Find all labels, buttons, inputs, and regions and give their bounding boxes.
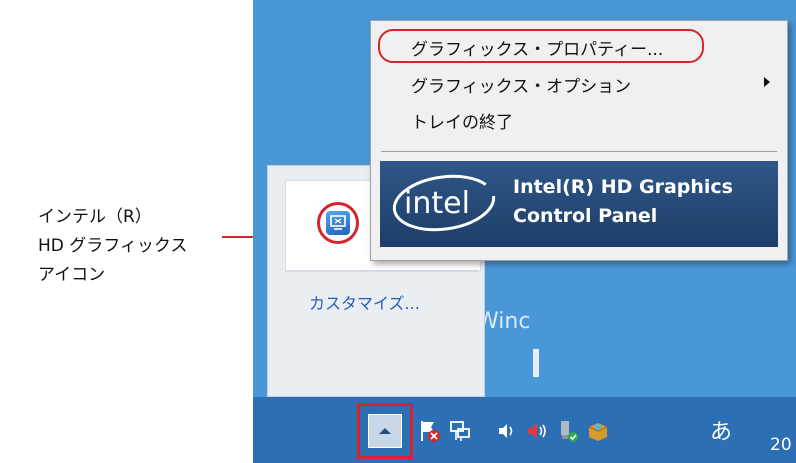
- svg-text:intel: intel: [404, 186, 470, 221]
- menu-item-exit-tray[interactable]: トレイの終了: [411, 108, 513, 133]
- menu-separator: [381, 151, 777, 152]
- action-center-flag-icon[interactable]: [416, 418, 442, 444]
- menu-item-graphics-properties[interactable]: グラフィックス・プロパティー...: [411, 35, 663, 60]
- safely-remove-usb-icon[interactable]: [555, 418, 581, 444]
- intel-graphics-icon: [326, 211, 350, 235]
- intel-control-panel-banner[interactable]: intel Intel(R) HD Graphics Control Panel: [380, 161, 778, 247]
- menu-item-graphics-options[interactable]: グラフィックス・オプション: [411, 72, 631, 97]
- speaker-icon[interactable]: [524, 418, 550, 444]
- windows-watermark: Winc: [477, 309, 531, 334]
- dropbox-box-icon[interactable]: [585, 418, 611, 444]
- network-icon[interactable]: [447, 418, 473, 444]
- submenu-arrow-icon: [764, 77, 770, 87]
- callout-line-1: インテル（R）: [38, 207, 152, 227]
- callout-label: インテル（R） HD グラフィックス アイコン: [38, 203, 187, 290]
- taskbar-clock[interactable]: 20: [770, 435, 792, 455]
- callout-line-3: アイコン: [38, 265, 106, 285]
- windows-watermark-bar: [533, 349, 539, 377]
- chevron-up-icon: [379, 428, 391, 434]
- intel-hd-graphics-tray-icon[interactable]: [317, 202, 359, 244]
- customize-link[interactable]: カスタマイズ...: [309, 290, 420, 314]
- callout-line-2: HD グラフィックス: [38, 236, 188, 256]
- intel-logo-icon: intel: [392, 174, 496, 232]
- ime-mode-indicator[interactable]: あ: [710, 414, 732, 446]
- tray-overflow-separator: [285, 270, 479, 271]
- intel-banner-title: Intel(R) HD Graphics: [513, 176, 733, 198]
- volume-icon[interactable]: [493, 418, 519, 444]
- intel-context-menu: グラフィックス・プロパティー... グラフィックス・オプション トレイの終了 i…: [370, 20, 788, 261]
- intel-banner-subtitle: Control Panel: [513, 205, 658, 227]
- show-hidden-icons-button[interactable]: [368, 414, 402, 448]
